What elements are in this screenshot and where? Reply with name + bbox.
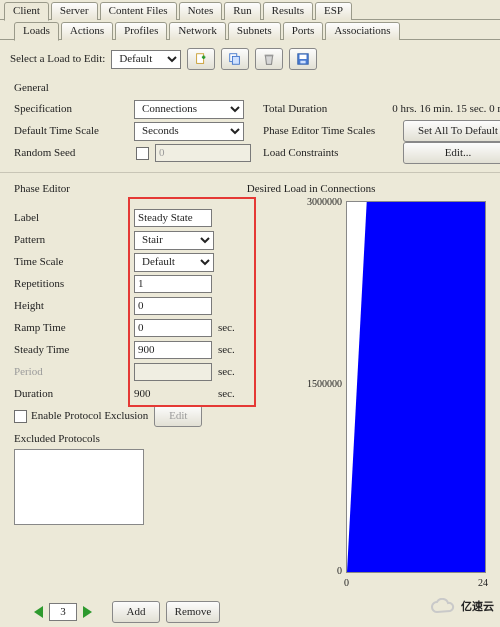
total-duration-value: 0 hrs. 16 min. 15 sec. 0 ms. [392,103,500,115]
subtab-subnets[interactable]: Subnets [228,22,281,40]
x-tick-r: 24 [478,578,488,589]
phase-nav: Add Remove [24,597,500,627]
x-tick-0: 0 [344,578,349,589]
phase-timescale-label: Time Scale [14,256,134,268]
phase-editor-title: Phase Editor [14,183,235,195]
ramp-time-label: Ramp Time [14,322,134,334]
save-icon [296,52,310,66]
general-title: General [14,82,486,94]
tab-results[interactable]: Results [263,2,313,20]
load-constraints-label: Load Constraints [263,147,403,159]
y-tick-top: 3000000 [307,197,342,208]
tab-client[interactable]: Client [4,2,49,21]
cloud-icon [431,598,457,614]
subtab-actions[interactable]: Actions [61,22,113,40]
pattern-select[interactable]: Stair [134,231,214,250]
load-toolbar: Select a Load to Edit: Default [0,40,500,78]
subtab-loads[interactable]: Loads [14,22,59,41]
period-label: Period [14,366,134,378]
period-input [134,363,212,381]
ramp-unit: sec. [218,322,235,334]
delete-load-button[interactable] [255,48,283,70]
ramp-time-input[interactable] [134,319,212,337]
pattern-label: Pattern [14,234,134,246]
random-seed-label: Random Seed [14,147,134,159]
random-seed-checkbox[interactable] [136,147,149,160]
tab-server[interactable]: Server [51,2,98,20]
tab-content-files[interactable]: Content Files [100,2,177,20]
subtab-profiles[interactable]: Profiles [115,22,167,40]
remove-phase-button[interactable]: Remove [166,601,220,623]
watermark: 亿速云 [431,597,494,614]
load-constraints-edit-button[interactable]: Edit... [403,142,500,164]
specification-select[interactable]: Connections [134,100,244,119]
main-tabs: Client Server Content Files Notes Run Re… [0,0,500,20]
subtab-associations[interactable]: Associations [325,22,399,40]
subtab-ports[interactable]: Ports [283,22,324,40]
height-input[interactable] [134,297,212,315]
protocol-exclusion-checkbox[interactable] [14,410,27,423]
period-unit: sec. [218,366,235,378]
phase-and-chart: Phase Editor Label PatternStair Time Sca… [8,179,492,591]
protocol-exclusion-label: Enable Protocol Exclusion [31,410,148,422]
steady-time-label: Steady Time [14,344,134,356]
repetitions-label: Repetitions [14,278,134,290]
duration-value: 900 [134,388,212,400]
next-phase-button[interactable] [83,606,92,618]
duration-unit: sec. [218,388,235,400]
phase-timescale-select[interactable]: Default [134,253,214,272]
protocol-exclusion-edit-button: Edit [154,405,202,427]
height-label: Height [14,300,134,312]
chart-title: Desired Load in Connections [247,183,486,195]
load-select[interactable]: Default [111,50,181,69]
duration-label: Duration [14,388,134,400]
chart-plot-area [346,201,486,573]
y-tick-bot: 0 [337,566,342,577]
phase-editor-timescales-label: Phase Editor Time Scales [263,125,403,137]
prev-phase-button[interactable] [34,606,43,618]
random-seed-input[interactable] [155,144,251,162]
excluded-protocols-list[interactable] [14,449,144,525]
phase-index-input[interactable] [49,603,77,621]
select-load-label: Select a Load to Edit: [10,53,105,65]
copy-icon [228,52,242,66]
export-load-button[interactable] [289,48,317,70]
new-load-button[interactable] [187,48,215,70]
load-chart: 3000000 1500000 0 0 24 [298,199,486,591]
phase-label-label: Label [14,212,134,224]
default-timescale-label: Default Time Scale [14,125,134,137]
tab-esp[interactable]: ESP [315,2,352,20]
steady-unit: sec. [218,344,235,356]
repetitions-input[interactable] [134,275,212,293]
y-tick-mid: 1500000 [307,379,342,390]
excluded-protocols-label: Excluded Protocols [14,433,100,445]
phase-label-input[interactable] [134,209,212,227]
tab-notes[interactable]: Notes [179,2,223,20]
specification-label: Specification [14,103,134,115]
add-phase-button[interactable]: Add [112,601,160,623]
chart-series [347,202,485,572]
tab-run[interactable]: Run [224,2,260,20]
subtab-network[interactable]: Network [169,22,226,40]
steady-time-input[interactable] [134,341,212,359]
copy-load-button[interactable] [221,48,249,70]
default-timescale-select[interactable]: Seconds [134,122,244,141]
sub-tabs: Loads Actions Profiles Network Subnets P… [10,20,500,40]
total-duration-label: Total Duration [263,103,353,115]
set-all-default-button[interactable]: Set All To Default [403,120,500,142]
document-plus-icon [194,52,208,66]
general-panel: General SpecificationConnections Default… [8,78,492,170]
trash-icon [262,52,276,66]
